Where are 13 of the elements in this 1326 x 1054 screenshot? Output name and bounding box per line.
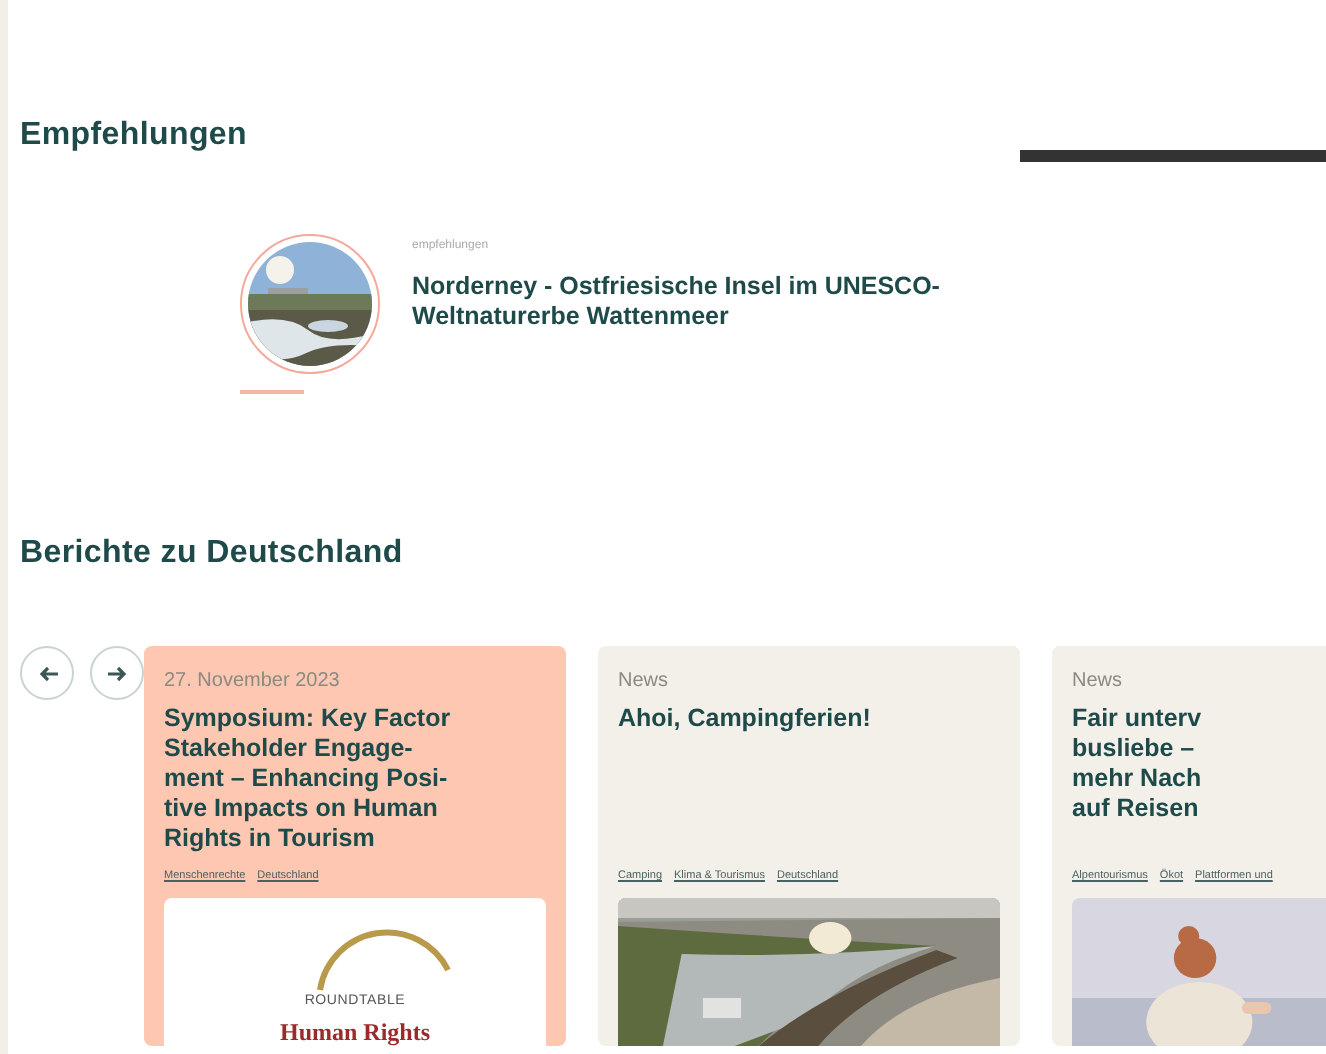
card-title[interactable]: Symposium: Key Factor Stakeholder Engage- ment – Enhancing Posi- tive Impacts on Human Rights in Tourism xyxy=(164,704,546,861)
article-link[interactable]: Norderney - Ostfriesische Insel im UNESCO-Weltnaturerbe Wattenmeer xyxy=(412,272,1092,330)
card-meta: 27. November 2023 xyxy=(164,668,342,697)
section-heading: Empfehlungen xyxy=(20,116,250,155)
card-title[interactable]: Fair unterv busliebe – mehr Nach auf Reisen xyxy=(1072,704,1326,861)
previous-button[interactable] xyxy=(20,646,74,701)
card-meta: News xyxy=(618,668,671,697)
section-heading: Berichte zu Deutschland xyxy=(20,534,405,573)
card-meta: News xyxy=(1072,668,1125,697)
logo-text: Human Rights xyxy=(279,1015,431,1047)
card-title[interactable]: Ahoi, Campingferien! xyxy=(618,704,1000,861)
underline-mark xyxy=(240,390,304,395)
next-button[interactable] xyxy=(90,646,144,701)
